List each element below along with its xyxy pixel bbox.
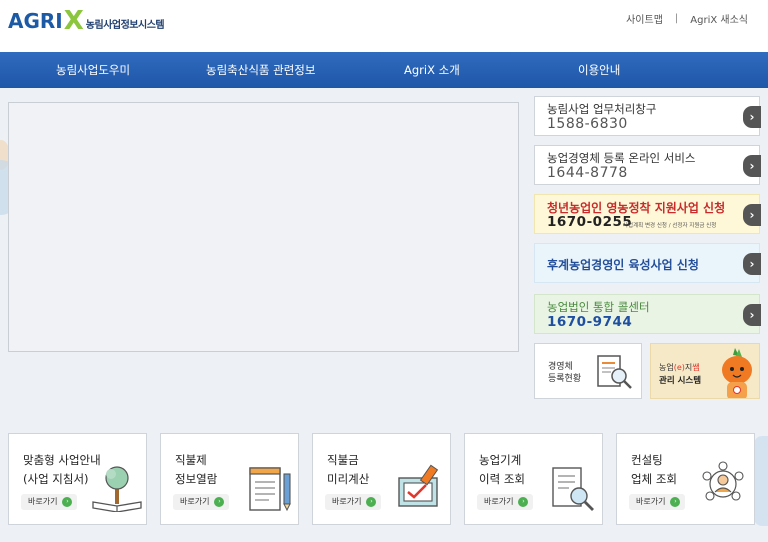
side-card-online-registration[interactable]: 농업경영체 등록 온라인 서비스 1644-8778 › [534, 145, 761, 185]
e-card-management-box[interactable]: 농업(e)지쌤 관리 시스템 [650, 343, 760, 399]
calculator-check-icon [398, 464, 439, 507]
book-tree-icon [92, 466, 142, 512]
goto-button[interactable]: 바로가기 › [477, 494, 534, 510]
goto-button[interactable]: 바로가기 › [629, 494, 686, 510]
ecard-label-top: 농업(e)지쌤 [659, 363, 700, 372]
quick-card-direct-payment-info[interactable]: 직불제 정보열람 바로가기 › [160, 433, 299, 525]
quick-card-title: 농업기계 이력 조회 [479, 453, 525, 486]
side-card-successor-farmer[interactable]: 후계농업경영인 육성사업 신청 › [534, 243, 761, 283]
nav-item-guide[interactable]: 이용안내 [578, 52, 620, 88]
decor-shape [754, 436, 768, 526]
nav-item-about[interactable]: AgriX 소개 [404, 52, 460, 88]
chevron-right-icon[interactable]: › [743, 204, 761, 226]
chevron-right-icon[interactable]: › [743, 106, 761, 128]
notepad-pen-icon [249, 467, 291, 512]
side-card-title: 후계농업경영인 육성사업 신청 [547, 258, 699, 272]
agrix-news-link[interactable]: AgriX 새소식 [690, 11, 748, 26]
logo-brand-text: AGRI [8, 9, 63, 33]
document-search-icon [597, 355, 632, 389]
quick-card-title: 맞춤형 사업안내 (사업 지침서) [23, 453, 101, 486]
quick-card-title: 직불금 미리계산 [327, 453, 370, 486]
side-card-phone: 1670-9744 [547, 314, 633, 330]
quick-card-title: 직불제 정보열람 [175, 453, 218, 486]
logo-subtitle: 농림사업정보시스템 [85, 19, 165, 31]
arrow-right-icon: › [518, 497, 529, 507]
side-card-title: 농림사업 업무처리창구 [547, 102, 657, 116]
goto-button[interactable]: 바로가기 › [173, 494, 230, 510]
arrow-right-icon: › [670, 497, 681, 507]
side-card-note: 사업계획 변경 신청 / 선정자 지원금 신청 [623, 223, 717, 229]
quick-card-title: 컨설팅 업체 조회 [631, 453, 677, 486]
link-separator: | [674, 13, 679, 24]
main-nav: 농림사업도우미 농림축산식품 관련정보 AgriX 소개 이용안내 [0, 52, 768, 88]
quick-card-payment-calculator[interactable]: 직불금 미리계산 바로가기 › [312, 433, 451, 525]
chevron-right-icon[interactable]: › [743, 304, 761, 326]
arrow-right-icon: › [62, 497, 73, 507]
sitemap-link[interactable]: 사이트맵 [626, 11, 663, 26]
quick-card-business-guide[interactable]: 맞춤형 사업안내 (사업 지침서) 바로가기 › [8, 433, 147, 525]
registration-status-box[interactable]: 경영체 등록현황 [534, 343, 642, 399]
side-card-phone: 1670-0255 [547, 214, 633, 230]
quick-card-machinery-history[interactable]: 농업기계 이력 조회 바로가기 › [464, 433, 603, 525]
network-people-icon [702, 461, 744, 501]
document-magnifier-icon [552, 467, 594, 511]
agrix-logo[interactable]: AGRI X 농림사업정보시스템 [8, 6, 165, 36]
nav-item-helper[interactable]: 농림사업도우미 [56, 52, 130, 88]
side-card-title: 농업법인 통합 콜센터 [547, 300, 650, 314]
carrot-mascot-icon [722, 348, 752, 398]
goto-button[interactable]: 바로가기 › [21, 494, 78, 510]
top-links: 사이트맵 | AgriX 새소식 [626, 11, 748, 26]
main-banner-area [8, 102, 519, 352]
logo-x-mark: X [63, 6, 84, 36]
header: AGRI X 농림사업정보시스템 사이트맵 | AgriX 새소식 [0, 0, 768, 52]
side-card-phone: 1588-6830 [547, 116, 628, 132]
side-card-service-desk[interactable]: 농림사업 업무처리창구 1588-6830 › [534, 96, 761, 136]
side-card-youth-farmer[interactable]: 청년농업인 영농정착 지원사업 신청 1670-0255 사업계획 변경 신청 … [534, 194, 761, 234]
nav-item-info[interactable]: 농림축산식품 관련정보 [206, 52, 315, 88]
arrow-right-icon: › [214, 497, 225, 507]
chevron-right-icon[interactable]: › [743, 253, 761, 275]
chevron-right-icon[interactable]: › [743, 155, 761, 177]
side-card-title: 농업경영체 등록 온라인 서비스 [547, 151, 696, 165]
side-card-corporate-callcenter[interactable]: 농업법인 통합 콜센터 1670-9744 › [534, 294, 761, 334]
goto-button[interactable]: 바로가기 › [325, 494, 382, 510]
status-box-label: 경영체 등록현황 [548, 362, 582, 384]
ecard-label-bottom: 관리 시스템 [659, 376, 702, 386]
side-card-phone: 1644-8778 [547, 165, 628, 181]
quick-card-consulting-search[interactable]: 컨설팅 업체 조회 바로가기 › [616, 433, 755, 525]
arrow-right-icon: › [366, 497, 377, 507]
